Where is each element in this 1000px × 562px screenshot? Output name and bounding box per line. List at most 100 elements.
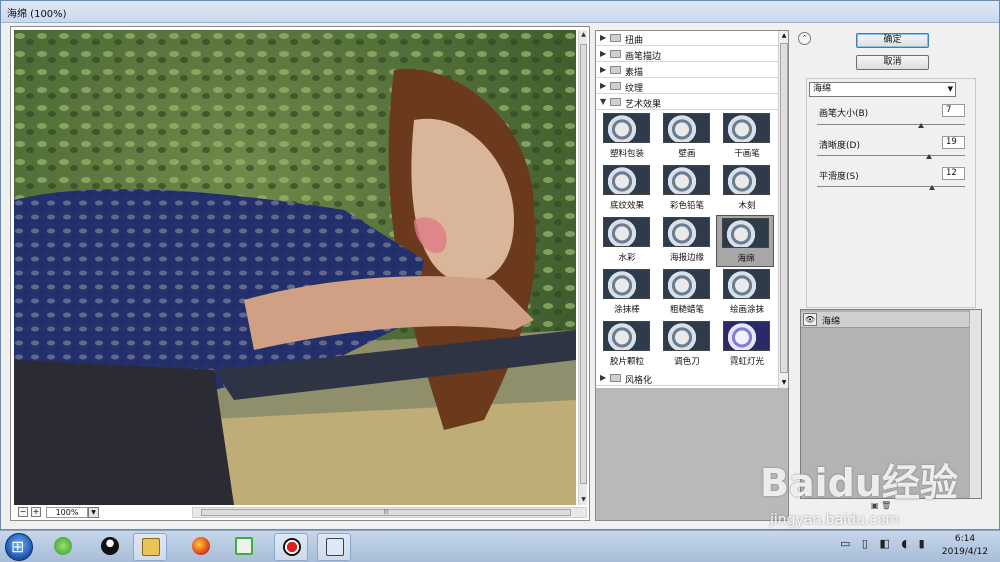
category-stylize[interactable]: ▶ 风格化 xyxy=(596,371,778,386)
filter-underpainting[interactable]: 底纹效果 xyxy=(598,163,656,215)
taskbar-qq[interactable] xyxy=(93,533,127,561)
brush-size-field[interactable]: 7 xyxy=(942,104,965,117)
taskbar-firefox[interactable] xyxy=(184,533,218,561)
smoothness-field[interactable]: 12 xyxy=(942,167,965,180)
folder-icon xyxy=(610,374,621,382)
expand-triangle-icon: ▶ xyxy=(600,49,607,58)
category-sketch[interactable]: ▶ 素描 xyxy=(596,63,778,78)
category-label: 扭曲 xyxy=(625,36,644,46)
filter-woodcut[interactable]: 木刻 xyxy=(718,163,776,215)
media-icon xyxy=(235,537,253,555)
filter-gallery: ▶ 扭曲 ▶ 画笔描边 ▶ 素描 ▶ 纹理 ▼ 艺术效果 塑料包装 壁画 干画笔… xyxy=(595,30,789,521)
taskbar-photoshop[interactable] xyxy=(317,533,351,561)
zoom-dropdown-arrow-icon[interactable]: ▼ xyxy=(88,507,99,518)
filter-thumbnail xyxy=(603,113,650,143)
filter-settings-panel: 海绵 ▼ 画笔大小(B) 7 清晰度(D) 19 平滑度(S) 12 xyxy=(806,78,976,308)
category-texture[interactable]: ▶ 纹理 xyxy=(596,79,778,94)
title-bar[interactable]: 海绵 (100%) xyxy=(1,1,999,23)
filter-thumbnail xyxy=(603,217,650,247)
folder-icon xyxy=(610,82,621,90)
category-label: 画笔描边 xyxy=(625,52,662,62)
scroll-thumb[interactable] xyxy=(580,44,587,484)
clock-date: 2019/4/12 xyxy=(941,547,989,557)
filter-sponge-selected[interactable]: 海绵 xyxy=(716,215,774,267)
expand-triangle-icon: ▶ xyxy=(600,33,607,42)
filter-list: ▶ 扭曲 ▶ 画笔描边 ▶ 素描 ▶ 纹理 ▼ 艺术效果 塑料包装 壁画 干画笔… xyxy=(596,31,778,388)
preview-image[interactable] xyxy=(14,30,576,505)
filter-select[interactable]: 海绵 ▼ xyxy=(809,82,956,97)
scroll-thumb[interactable] xyxy=(780,43,788,373)
zoom-level-field[interactable]: 100% xyxy=(46,507,88,518)
start-button[interactable] xyxy=(5,533,33,561)
filter-poster-edges[interactable]: 海报边缘 xyxy=(658,215,716,267)
effect-layer-row[interactable]: 👁 海绵 xyxy=(801,312,969,328)
taskbar-media[interactable] xyxy=(227,533,261,561)
filter-film-grain[interactable]: 胶片颗粒 xyxy=(598,319,656,371)
folder-icon xyxy=(610,34,621,42)
filter-thumbnail xyxy=(722,218,769,248)
scroll-down-arrow-icon[interactable]: ▼ xyxy=(579,495,588,505)
filter-select-value: 海绵 xyxy=(813,84,832,94)
filter-thumbnail xyxy=(663,165,710,195)
definition-label: 清晰度(D) xyxy=(819,141,860,151)
zoom-in-button[interactable]: + xyxy=(31,507,41,517)
taskbar-explorer[interactable] xyxy=(133,533,167,561)
cancel-button[interactable]: 取消 xyxy=(856,55,929,70)
smoothness-slider-handle[interactable] xyxy=(929,185,936,190)
preview-horizontal-scrollbar[interactable]: ||| xyxy=(192,507,587,518)
zoom-out-button[interactable]: − xyxy=(18,507,28,517)
definition-slider-track[interactable] xyxy=(817,155,965,156)
taskbar-browser-360[interactable] xyxy=(46,533,80,561)
filter-smudge-stick[interactable]: 涂抹棒 xyxy=(598,267,656,319)
feather-icon xyxy=(326,538,344,556)
system-tray[interactable]: ▭ ▯ ◧ ◖ ▮ xyxy=(840,537,929,550)
filter-plastic-wrap[interactable]: 塑料包装 xyxy=(598,111,656,163)
filter-gallery-window: 海绵 (100%) ▲ ▼ − + 100% ▼ ||| ▶ 扭曲 ▶ 画笔描边… xyxy=(0,0,1000,530)
effect-layer-name: 海绵 xyxy=(822,317,841,327)
filter-thumbnail xyxy=(603,321,650,351)
clock[interactable]: 6:14 2019/4/12 xyxy=(940,533,990,559)
scroll-thumb[interactable]: ||| xyxy=(201,509,571,516)
category-brush-strokes[interactable]: ▶ 画笔描边 xyxy=(596,47,778,62)
filter-neon-glow[interactable]: 霓虹灯光 xyxy=(718,319,776,371)
ok-button[interactable]: 确定 xyxy=(856,33,929,48)
expand-triangle-icon: ▶ xyxy=(600,81,607,90)
smoothness-slider-track[interactable] xyxy=(817,186,965,187)
filter-label: 绘画涂抹 xyxy=(729,305,764,315)
brush-size-slider-handle[interactable] xyxy=(917,123,924,128)
scroll-up-arrow-icon[interactable]: ▲ xyxy=(779,31,789,41)
preview-vertical-scrollbar[interactable]: ▲ ▼ xyxy=(578,30,587,505)
filter-colored-pencil[interactable]: 彩色铅笔 xyxy=(658,163,716,215)
gallery-scrollbar[interactable]: ▲ ▼ xyxy=(778,31,788,388)
definition-field[interactable]: 19 xyxy=(942,136,965,149)
filter-palette-knife[interactable]: 调色刀 xyxy=(658,319,716,371)
watermark-url: jingyan.baidu.com xyxy=(770,512,900,528)
filter-label: 塑料包装 xyxy=(609,149,644,159)
scroll-up-arrow-icon[interactable]: ▲ xyxy=(579,30,588,40)
folder-icon xyxy=(610,50,621,58)
category-label: 素描 xyxy=(625,68,644,78)
filter-dry-brush[interactable]: 干画笔 xyxy=(718,111,776,163)
filter-thumbnail xyxy=(663,217,710,247)
filter-label: 调色刀 xyxy=(674,357,700,367)
scroll-down-arrow-icon[interactable]: ▼ xyxy=(779,378,789,388)
expand-triangle-icon: ▶ xyxy=(600,373,607,382)
filter-label: 海报边缘 xyxy=(669,253,704,263)
brush-size-slider-track[interactable] xyxy=(817,124,965,125)
collapse-gallery-chevron-icon[interactable]: ⌃ xyxy=(798,32,811,45)
collapse-triangle-icon: ▼ xyxy=(600,97,607,106)
filter-thumbnail xyxy=(603,269,650,299)
taskbar-recorder[interactable] xyxy=(274,533,308,561)
filter-fresco[interactable]: 壁画 xyxy=(658,111,716,163)
category-distort[interactable]: ▶ 扭曲 xyxy=(596,31,778,46)
filter-watercolor[interactable]: 水彩 xyxy=(598,215,656,267)
filter-label: 涂抹棒 xyxy=(614,305,640,315)
filter-rough-pastels[interactable]: 粗糙蜡笔 xyxy=(658,267,716,319)
definition-slider-handle[interactable] xyxy=(926,154,933,159)
filter-thumbnail xyxy=(723,321,770,351)
window-title: 海绵 (100%) xyxy=(7,9,67,20)
filter-paint-daubs[interactable]: 绘画涂抹 xyxy=(718,267,776,319)
filter-label: 水彩 xyxy=(618,253,636,263)
eye-icon[interactable]: 👁 xyxy=(803,313,817,326)
category-artistic[interactable]: ▼ 艺术效果 xyxy=(596,95,778,110)
